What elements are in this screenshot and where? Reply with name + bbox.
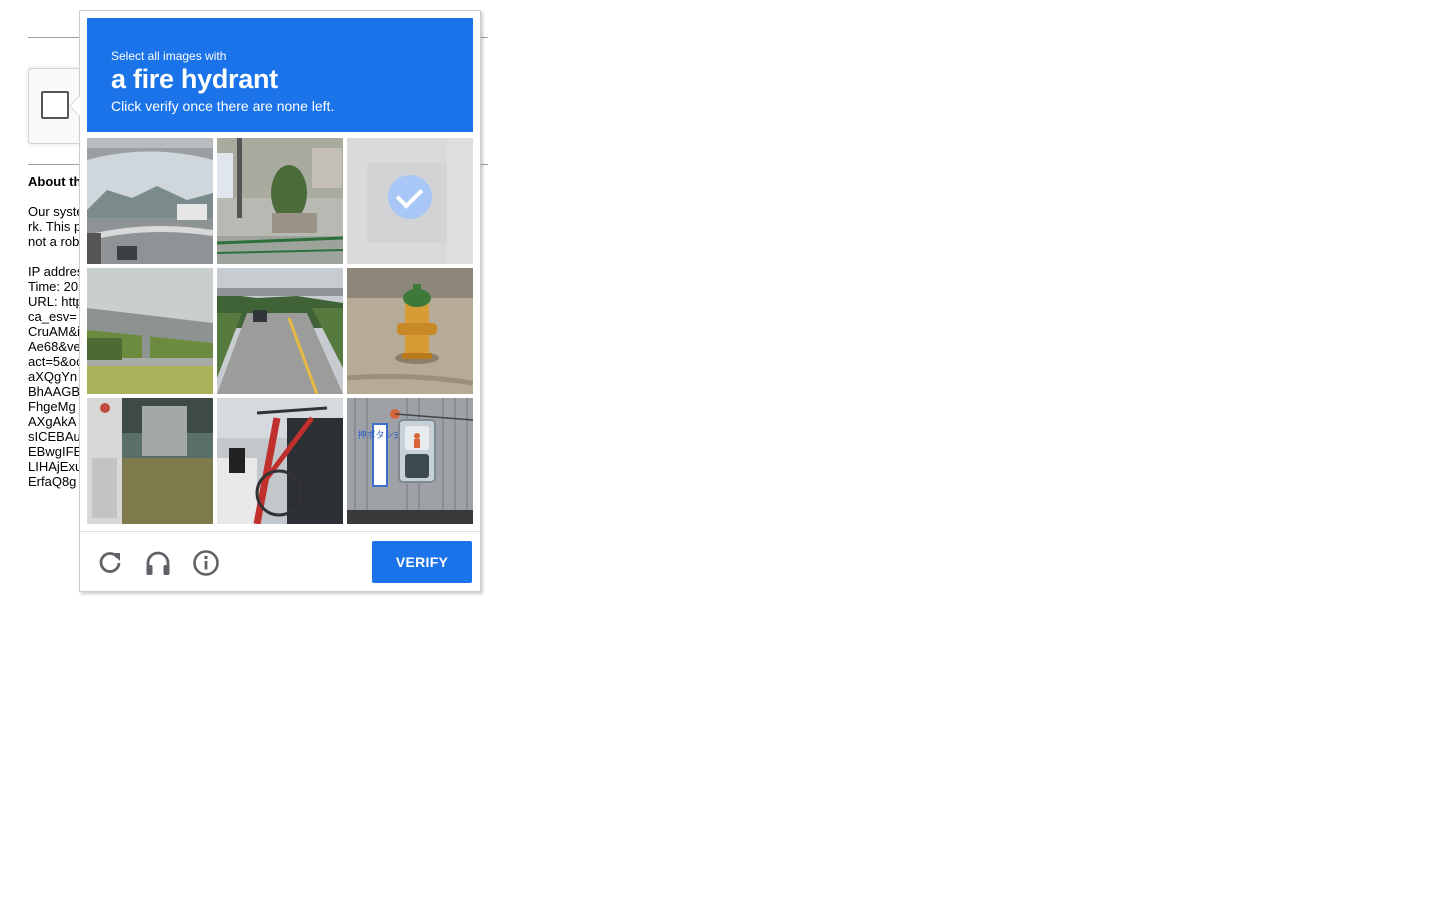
image-tile-4[interactable] [87, 268, 213, 394]
image-tile-5[interactable] [217, 268, 343, 394]
target-object: a fire hydrant [111, 64, 278, 94]
image-tile-1[interactable] [87, 138, 213, 264]
verify-button[interactable]: VERIFY [372, 541, 472, 583]
image-grid: 押ボタン式 [87, 138, 473, 524]
recaptcha-challenge-popup: Select all images with a fire hydrant Cl… [69, 10, 481, 592]
tile-image: 押ボタン式 [347, 398, 473, 524]
footer-divider [80, 531, 480, 532]
instruction-hint: Click verify once there are none left. [111, 98, 335, 114]
popup-pointer-arrow [69, 95, 80, 117]
tile-image [87, 268, 213, 394]
tile-image [217, 138, 343, 264]
challenge-header: Select all images with a fire hydrant Cl… [87, 18, 473, 132]
image-tile-8[interactable] [217, 398, 343, 524]
image-tile-9[interactable]: 押ボタン式 [347, 398, 473, 524]
recaptcha-checkbox[interactable] [41, 91, 69, 119]
tile-image [217, 398, 343, 524]
image-tile-3-selected[interactable] [347, 138, 473, 264]
reload-icon[interactable] [95, 548, 125, 578]
selected-check-icon [388, 175, 432, 219]
about-page-title: About th [28, 174, 82, 189]
tile-image [87, 398, 213, 524]
image-tile-7[interactable] [87, 398, 213, 524]
image-tile-6[interactable] [347, 268, 473, 394]
image-tile-2[interactable] [217, 138, 343, 264]
signal-sign-text: 押ボタン式 [357, 429, 402, 441]
headphones-icon[interactable] [143, 548, 173, 578]
info-icon[interactable] [191, 548, 221, 578]
tile-image [87, 138, 213, 264]
tile-image [217, 268, 343, 394]
tile-image [347, 268, 473, 394]
instruction-prefix: Select all images with [111, 49, 227, 63]
